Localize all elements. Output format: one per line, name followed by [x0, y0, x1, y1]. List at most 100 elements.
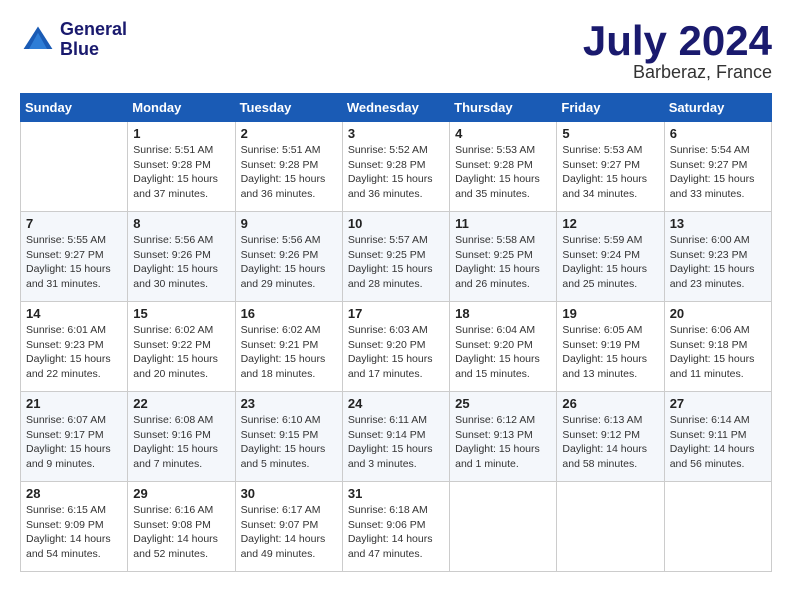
column-header-monday: Monday — [128, 94, 235, 122]
calendar-cell: 1 Sunrise: 5:51 AM Sunset: 9:28 PM Daylig… — [128, 122, 235, 212]
calendar-cell — [21, 122, 128, 212]
calendar-week-row: 7 Sunrise: 5:55 AM Sunset: 9:27 PM Daylig… — [21, 212, 772, 302]
cell-info: Sunrise: 6:07 AM Sunset: 9:17 PM Dayligh… — [26, 413, 122, 472]
cell-info: Sunrise: 5:56 AM Sunset: 9:26 PM Dayligh… — [241, 233, 337, 292]
header: General Blue July 2024 Barberaz, France — [20, 20, 772, 83]
column-header-saturday: Saturday — [664, 94, 771, 122]
cell-info: Sunrise: 5:58 AM Sunset: 9:25 PM Dayligh… — [455, 233, 551, 292]
cell-info: Sunrise: 6:04 AM Sunset: 9:20 PM Dayligh… — [455, 323, 551, 382]
cell-date: 7 — [26, 216, 122, 231]
calendar-cell: 16Sunrise: 6:02 AM Sunset: 9:21 PM Dayli… — [235, 302, 342, 392]
calendar-cell: 18 Sunrise: 6:04 AM Sunset: 9:20 PM Dayli… — [450, 302, 557, 392]
cell-info: Sunrise: 6:15 AM Sunset: 9:09 PM Dayligh… — [26, 503, 122, 562]
calendar-cell: 22 Sunrise: 6:08 AM Sunset: 9:16 PM Dayli… — [128, 392, 235, 482]
calendar-cell: 11 Sunrise: 5:58 AM Sunset: 9:25 PM Dayli… — [450, 212, 557, 302]
calendar-cell: 27 Sunrise: 6:14 AM Sunset: 9:11 PM Dayli… — [664, 392, 771, 482]
calendar-cell: 5 Sunrise: 5:53 AM Sunset: 9:27 PM Daylig… — [557, 122, 664, 212]
location-title: Barberaz, France — [583, 62, 772, 83]
calendar-cell: 8Sunrise: 5:56 AM Sunset: 9:26 PM Daylig… — [128, 212, 235, 302]
calendar-cell: 20Sunrise: 6:06 AM Sunset: 9:18 PM Dayli… — [664, 302, 771, 392]
cell-info: Sunrise: 5:52 AM Sunset: 9:28 PM Dayligh… — [348, 143, 444, 202]
cell-date: 5 — [562, 126, 658, 141]
cell-date: 30 — [241, 486, 337, 501]
calendar-cell: 2Sunrise: 5:51 AM Sunset: 9:28 PM Daylig… — [235, 122, 342, 212]
column-header-tuesday: Tuesday — [235, 94, 342, 122]
calendar-cell: 24 Sunrise: 6:11 AM Sunset: 9:14 PM Dayli… — [342, 392, 449, 482]
calendar-week-row: 21 Sunrise: 6:07 AM Sunset: 9:17 PM Dayli… — [21, 392, 772, 482]
title-area: July 2024 Barberaz, France — [583, 20, 772, 83]
cell-date: 20 — [670, 306, 766, 321]
calendar-cell: 7 Sunrise: 5:55 AM Sunset: 9:27 PM Daylig… — [21, 212, 128, 302]
cell-date: 25 — [455, 396, 551, 411]
cell-date: 8 — [133, 216, 229, 231]
cell-info: Sunrise: 5:53 AM Sunset: 9:27 PM Dayligh… — [562, 143, 658, 202]
cell-date: 13 — [670, 216, 766, 231]
cell-date: 31 — [348, 486, 444, 501]
cell-date: 4 — [455, 126, 551, 141]
calendar-week-row: 28 Sunrise: 6:15 AM Sunset: 9:09 PM Dayli… — [21, 482, 772, 572]
cell-info: Sunrise: 6:02 AM Sunset: 9:21 PM Dayligh… — [241, 323, 337, 382]
cell-info: Sunrise: 6:00 AM Sunset: 9:23 PM Dayligh… — [670, 233, 766, 292]
cell-info: Sunrise: 5:53 AM Sunset: 9:28 PM Dayligh… — [455, 143, 551, 202]
cell-date: 24 — [348, 396, 444, 411]
calendar-cell: 23Sunrise: 6:10 AM Sunset: 9:15 PM Dayli… — [235, 392, 342, 482]
logo-icon — [20, 22, 56, 58]
cell-date: 26 — [562, 396, 658, 411]
cell-date: 2 — [241, 126, 337, 141]
cell-info: Sunrise: 6:16 AM Sunset: 9:08 PM Dayligh… — [133, 503, 229, 562]
calendar-cell: 9 Sunrise: 5:56 AM Sunset: 9:26 PM Daylig… — [235, 212, 342, 302]
cell-date: 23 — [241, 396, 337, 411]
calendar-cell: 19Sunrise: 6:05 AM Sunset: 9:19 PM Dayli… — [557, 302, 664, 392]
calendar-cell: 29 Sunrise: 6:16 AM Sunset: 9:08 PM Dayli… — [128, 482, 235, 572]
cell-date: 21 — [26, 396, 122, 411]
cell-info: Sunrise: 6:13 AM Sunset: 9:12 PM Dayligh… — [562, 413, 658, 472]
calendar-cell — [450, 482, 557, 572]
cell-info: Sunrise: 5:51 AM Sunset: 9:28 PM Dayligh… — [133, 143, 229, 202]
cell-date: 9 — [241, 216, 337, 231]
cell-info: Sunrise: 6:05 AM Sunset: 9:19 PM Dayligh… — [562, 323, 658, 382]
cell-date: 1 — [133, 126, 229, 141]
cell-info: Sunrise: 5:55 AM Sunset: 9:27 PM Dayligh… — [26, 233, 122, 292]
cell-date: 14 — [26, 306, 122, 321]
calendar-cell: 12 Sunrise: 5:59 AM Sunset: 9:24 PM Dayli… — [557, 212, 664, 302]
cell-info: Sunrise: 5:59 AM Sunset: 9:24 PM Dayligh… — [562, 233, 658, 292]
calendar-cell: 13 Sunrise: 6:00 AM Sunset: 9:23 PM Dayli… — [664, 212, 771, 302]
calendar-cell: 10 Sunrise: 5:57 AM Sunset: 9:25 PM Dayli… — [342, 212, 449, 302]
calendar-cell: 14Sunrise: 6:01 AM Sunset: 9:23 PM Dayli… — [21, 302, 128, 392]
cell-info: Sunrise: 6:12 AM Sunset: 9:13 PM Dayligh… — [455, 413, 551, 472]
column-header-thursday: Thursday — [450, 94, 557, 122]
cell-info: Sunrise: 5:57 AM Sunset: 9:25 PM Dayligh… — [348, 233, 444, 292]
cell-date: 17 — [348, 306, 444, 321]
calendar-cell: 26 Sunrise: 6:13 AM Sunset: 9:12 PM Dayli… — [557, 392, 664, 482]
calendar-cell — [557, 482, 664, 572]
cell-date: 12 — [562, 216, 658, 231]
calendar-cell: 6Sunrise: 5:54 AM Sunset: 9:27 PM Daylig… — [664, 122, 771, 212]
cell-date: 22 — [133, 396, 229, 411]
logo: General Blue — [20, 20, 127, 60]
calendar-cell: 4 Sunrise: 5:53 AM Sunset: 9:28 PM Daylig… — [450, 122, 557, 212]
cell-info: Sunrise: 6:11 AM Sunset: 9:14 PM Dayligh… — [348, 413, 444, 472]
calendar-week-row: 14Sunrise: 6:01 AM Sunset: 9:23 PM Dayli… — [21, 302, 772, 392]
column-header-sunday: Sunday — [21, 94, 128, 122]
cell-info: Sunrise: 6:18 AM Sunset: 9:06 PM Dayligh… — [348, 503, 444, 562]
cell-date: 6 — [670, 126, 766, 141]
calendar-cell: 15 Sunrise: 6:02 AM Sunset: 9:22 PM Dayli… — [128, 302, 235, 392]
cell-info: Sunrise: 6:02 AM Sunset: 9:22 PM Dayligh… — [133, 323, 229, 382]
month-title: July 2024 — [583, 20, 772, 62]
cell-date: 15 — [133, 306, 229, 321]
calendar-cell: 25 Sunrise: 6:12 AM Sunset: 9:13 PM Dayli… — [450, 392, 557, 482]
cell-date: 18 — [455, 306, 551, 321]
calendar-cell: 31 Sunrise: 6:18 AM Sunset: 9:06 PM Dayli… — [342, 482, 449, 572]
column-header-friday: Friday — [557, 94, 664, 122]
cell-info: Sunrise: 6:08 AM Sunset: 9:16 PM Dayligh… — [133, 413, 229, 472]
cell-date: 10 — [348, 216, 444, 231]
calendar-cell: 21 Sunrise: 6:07 AM Sunset: 9:17 PM Dayli… — [21, 392, 128, 482]
cell-date: 29 — [133, 486, 229, 501]
calendar-cell — [664, 482, 771, 572]
calendar-week-row: 1 Sunrise: 5:51 AM Sunset: 9:28 PM Daylig… — [21, 122, 772, 212]
cell-date: 11 — [455, 216, 551, 231]
cell-date: 3 — [348, 126, 444, 141]
cell-info: Sunrise: 6:14 AM Sunset: 9:11 PM Dayligh… — [670, 413, 766, 472]
cell-date: 28 — [26, 486, 122, 501]
cell-date: 27 — [670, 396, 766, 411]
